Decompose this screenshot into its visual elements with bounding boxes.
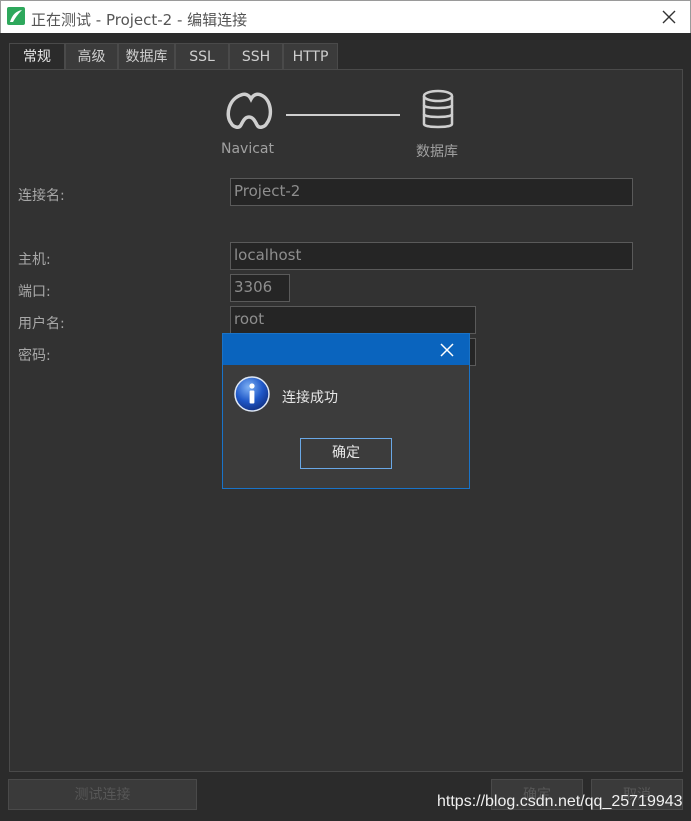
dialog-title-bar: [223, 334, 469, 365]
connection-name-label: 连接名:: [18, 188, 65, 204]
port-field[interactable]: 3306: [230, 274, 290, 302]
connection-line: [286, 114, 400, 116]
info-icon: [234, 376, 270, 412]
tab-ssl[interactable]: SSL: [175, 43, 229, 70]
tab-http[interactable]: HTTP: [283, 43, 338, 70]
host-label: 主机:: [18, 252, 51, 268]
window-title: 正在测试 - Project-2 - 编辑连接: [31, 11, 248, 29]
success-dialog: 连接成功 确定: [222, 333, 470, 489]
tab-ssh[interactable]: SSH: [229, 43, 283, 70]
password-label: 密码:: [18, 348, 51, 364]
host-field[interactable]: localhost: [230, 242, 633, 270]
database-label: 数据库: [416, 144, 458, 160]
port-label: 端口:: [18, 284, 51, 300]
watermark-text: https://blog.csdn.net/qq_25719943: [437, 793, 683, 810]
dialog-ok-button[interactable]: 确定: [300, 438, 392, 469]
tab-general[interactable]: 常规: [9, 43, 65, 70]
connection-name-field[interactable]: Project-2: [230, 178, 633, 206]
dialog-close-icon[interactable]: [438, 341, 456, 359]
title-bar: 正在测试 - Project-2 - 编辑连接: [0, 0, 691, 33]
dialog-message: 连接成功: [282, 390, 338, 406]
username-label: 用户名:: [18, 316, 65, 332]
navicat-label: Navicat: [221, 141, 274, 157]
tab-database[interactable]: 数据库: [118, 43, 175, 70]
test-connection-button[interactable]: 测试连接: [8, 779, 197, 810]
username-field[interactable]: root: [230, 306, 476, 334]
close-icon[interactable]: [659, 7, 679, 27]
navicat-app-icon: [7, 7, 25, 25]
tab-advanced[interactable]: 高级: [65, 43, 118, 70]
